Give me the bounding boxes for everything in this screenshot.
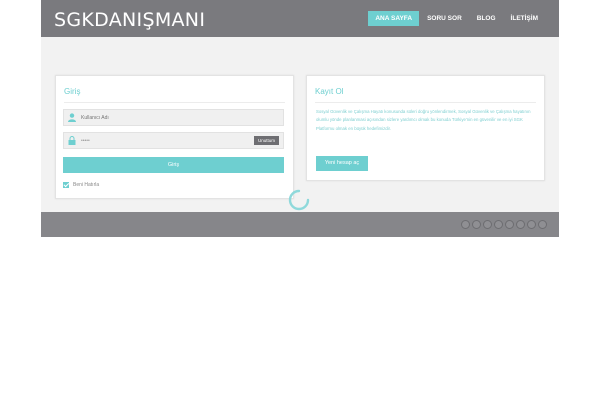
footer-bar (41, 212, 559, 237)
password-input[interactable] (81, 136, 241, 146)
register-description: Sosyal Güvenlik ve Çalışma Hayatı konusu… (316, 109, 531, 131)
site-logo[interactable]: SGKDANIŞMANI (54, 9, 205, 31)
nav-item-soru-sor[interactable]: SORU SOR (420, 11, 469, 26)
divider (64, 102, 285, 103)
header-bar: SGKDANIŞMANI ANA SAYFA SORU SOR BLOG İLE… (41, 0, 559, 37)
google-plus-icon[interactable] (483, 220, 492, 229)
twitter-icon[interactable] (461, 220, 470, 229)
new-account-button[interactable]: Yeni hesap aç (316, 156, 368, 171)
nav-item-iletisim[interactable]: İLETİŞİM (504, 11, 545, 26)
pinterest-icon[interactable] (494, 220, 503, 229)
password-field[interactable]: Unuttum (63, 132, 284, 149)
nav-item-ana-sayfa[interactable]: ANA SAYFA (368, 11, 420, 26)
divider (315, 102, 536, 103)
remember-me[interactable]: Beni Hatırla (63, 182, 99, 188)
social-links (459, 220, 547, 229)
login-title: Giriş (64, 87, 81, 96)
rss-icon[interactable] (538, 220, 547, 229)
facebook-icon[interactable] (472, 220, 481, 229)
main-nav: ANA SAYFA SORU SOR BLOG İLETİŞİM (367, 11, 545, 26)
remember-checkbox[interactable] (63, 182, 69, 188)
flickr-icon[interactable] (516, 220, 525, 229)
remember-label: Beni Hatırla (73, 182, 100, 188)
register-title: Kayıt Ol (315, 87, 344, 96)
nav-item-blog[interactable]: BLOG (470, 11, 503, 26)
linkedin-icon[interactable] (527, 220, 536, 229)
youtube-icon[interactable] (505, 220, 514, 229)
forgot-password-button[interactable]: Unuttum (253, 136, 279, 145)
username-field[interactable] (63, 109, 284, 126)
user-icon (68, 113, 76, 122)
lock-icon (68, 136, 76, 145)
loading-spinner-icon (288, 189, 310, 211)
login-submit-button[interactable]: Giriş (63, 157, 284, 173)
username-input[interactable] (81, 113, 241, 123)
